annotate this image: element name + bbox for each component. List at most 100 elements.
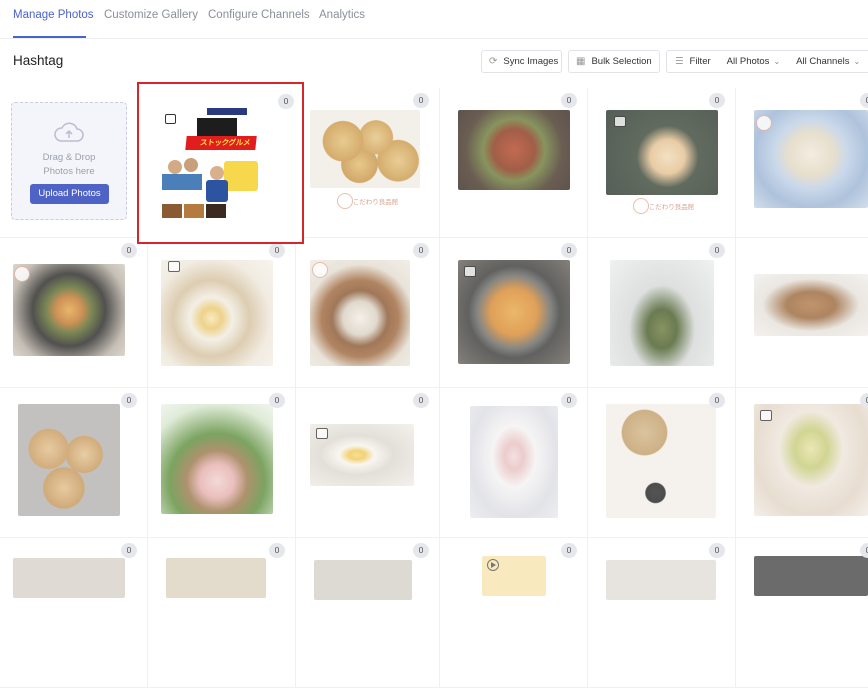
photo-tile[interactable] [736,238,868,388]
like-count: 0 [860,393,868,408]
tab-manage-photos[interactable]: Manage Photos [13,9,94,21]
like-count: 0 [413,543,429,558]
photo-tile[interactable]: 0 [736,538,868,688]
brand-logo [337,193,353,209]
poster-person-body [162,174,202,190]
like-count: 0 [860,543,868,558]
sync-images-label: Sync Images [503,56,559,67]
poster-banner: ストックグルメ [185,136,257,150]
photo-tile[interactable]: 0 [440,388,588,538]
photo-tile[interactable]: 0 [148,538,296,688]
photo-tile[interactable]: 0 [736,388,868,538]
channels-filter-value: All Channels [796,56,850,67]
photo-thumbnail [610,260,714,366]
photo-tile[interactable]: 0 [0,538,148,688]
multi-photo-icon [760,410,772,421]
brand-logo [14,266,30,282]
poster-person-body [206,180,228,202]
photo-tile[interactable]: 0 [292,238,440,388]
tab-customize-gallery[interactable]: Customize Gallery [104,9,198,21]
filter-button[interactable]: ☰ Filter [667,56,719,67]
like-count: 0 [121,543,137,558]
upload-dropzone[interactable]: Drag & Drop Photos here Upload Photos [11,102,127,220]
photo-thumbnail [161,260,273,366]
chevron-down-icon: ⌄ [773,57,781,66]
bulk-selection-button[interactable]: ▦ Bulk Selection [568,50,660,73]
photo-tile[interactable]: 0 [0,388,148,538]
multi-photo-icon [168,261,180,272]
page-title: Hashtag [13,53,64,68]
poster-food-thumb [206,204,226,218]
brand-logo [756,115,772,131]
photo-tile[interactable]: 0 [440,538,588,688]
photo-thumbnail [606,560,716,600]
photo-thumbnail [161,404,273,514]
photo-thumbnail [754,556,868,596]
photo-tile[interactable]: 0 [588,238,736,388]
filter-icon: ☰ [675,56,684,67]
photo-tile[interactable]: 0 [736,88,868,238]
photo-tile[interactable]: 0 [440,238,588,388]
photo-thumbnail [166,558,266,598]
photo-tile[interactable]: 0 [148,388,296,538]
photo-tile[interactable]: 0 [292,388,440,538]
brand-text: こだわり良品館 [352,199,399,206]
like-count: 0 [121,393,137,408]
filter-label: Filter [689,56,711,67]
multi-photo-icon [614,116,626,127]
grid-icon: ▦ [576,56,586,67]
like-count: 0 [413,243,429,258]
photo-thumbnail [754,404,868,516]
bulk-selection-label: Bulk Selection [591,56,652,67]
poster-header-bar [207,108,247,115]
photo-tile[interactable]: 0 [0,238,148,388]
photo-tile[interactable]: こだわり良品館 0 [292,88,440,238]
photo-tile[interactable]: 0 [588,388,736,538]
photo-tile[interactable]: こだわり良品館 0 [588,88,736,238]
like-count: 0 [269,243,285,258]
like-count: 0 [413,393,429,408]
brand-logo [312,262,328,278]
poster-price-badge [224,161,258,191]
photo-thumbnail [754,274,868,336]
photo-thumbnail [458,110,570,190]
tab-configure-channels[interactable]: Configure Channels [208,9,310,21]
poster-person [184,158,198,172]
sync-images-button[interactable]: ⟳ Sync Images [481,50,562,73]
brand-logo [633,198,649,214]
like-count: 0 [561,543,577,558]
tab-analytics[interactable]: Analytics [319,9,365,21]
photo-tile[interactable]: 0 [588,538,736,688]
tab-bar: Manage Photos Customize Gallery Configur… [0,0,868,39]
like-count: 0 [709,93,725,108]
photos-filter-select[interactable]: All Photos ⌄ [719,56,788,67]
like-count: 0 [121,243,137,258]
photo-tile[interactable]: 0 [440,88,588,238]
like-count: 0 [561,243,577,258]
photo-thumbnail: ストックグルメ [162,108,260,218]
like-count: 0 [269,393,285,408]
poster-person [168,160,182,174]
photo-thumbnail [606,404,716,518]
selected-photo-tile[interactable]: ストックグルメ 0 [137,82,304,244]
select-checkbox[interactable] [165,114,176,124]
video-play-icon [487,559,499,571]
photo-tile[interactable]: 0 [292,538,440,688]
sync-icon: ⟳ [489,56,498,67]
like-count: 0 [561,93,577,108]
poster-food-thumb [184,204,204,218]
upload-photos-button[interactable]: Upload Photos [30,184,109,204]
like-count: 0 [278,94,294,109]
channels-filter-select[interactable]: All Channels ⌄ [788,56,868,67]
photo-thumbnail [13,558,125,598]
like-count: 0 [709,393,725,408]
filter-bar: ☰ Filter All Photos ⌄ All Channels ⌄ [666,50,868,73]
multi-photo-icon [464,266,476,277]
photo-thumbnail [470,406,558,518]
photo-thumbnail [314,560,412,600]
active-tab-indicator [13,36,86,38]
photo-tile[interactable]: 0 [148,238,296,388]
photo-grid: こだわり良品館 0 0 こだわり良品館 0 0 0 0 0 0 0 0 0 0 … [0,88,868,688]
multi-photo-icon [316,428,328,439]
like-count: 0 [269,543,285,558]
